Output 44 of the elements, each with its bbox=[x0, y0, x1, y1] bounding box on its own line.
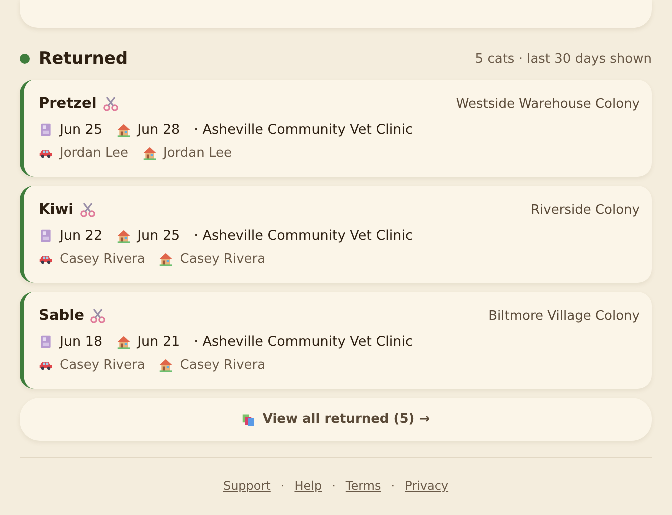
section-title: Returned bbox=[39, 49, 128, 69]
cat-card[interactable]: Pretzel Westside Warehouse Colony Jun 25 Jun 28 · Asheville Community Vet Clinic Jordan Lee Jordan Lee bbox=[20, 80, 652, 177]
clinic-name: · Asheville Community Vet Clinic bbox=[194, 228, 413, 244]
colony-name: Westside Warehouse Colony bbox=[456, 96, 640, 112]
footer-link[interactable]: Help bbox=[294, 479, 322, 493]
separator-dot: · bbox=[280, 479, 285, 493]
returner-name: Casey Rivera bbox=[180, 358, 266, 372]
footer-link[interactable]: Terms bbox=[346, 479, 382, 493]
cat-card[interactable]: Kiwi Riverside Colony Jun 22 Jun 25 · Asheville Community Vet Clinic Casey Rivera Casey Rivera bbox=[20, 186, 652, 283]
separator-dot: · bbox=[332, 479, 336, 493]
intake-date: Jun 22 bbox=[60, 228, 103, 244]
separator-dot: · bbox=[391, 479, 396, 493]
colony-name: Riverside Colony bbox=[531, 202, 640, 218]
transporter-name: Casey Rivera bbox=[60, 252, 146, 266]
house-icon bbox=[159, 252, 174, 266]
clipboard-icon bbox=[39, 335, 53, 349]
transporter-name: Casey Rivera bbox=[60, 358, 146, 372]
house-icon bbox=[159, 358, 174, 372]
cat-name: Sable bbox=[39, 308, 84, 324]
returner-name: Casey Rivera bbox=[180, 252, 266, 266]
returner-name: Jordan Lee bbox=[164, 146, 232, 160]
transporter-name: Jordan Lee bbox=[60, 146, 129, 160]
books-icon bbox=[242, 412, 256, 426]
return-date: Jun 25 bbox=[138, 228, 180, 244]
house-icon bbox=[116, 229, 131, 243]
section-summary: 5 cats · last 30 days shown bbox=[475, 52, 652, 66]
footer-link[interactable]: Privacy bbox=[405, 479, 449, 493]
return-date: Jun 21 bbox=[138, 334, 180, 350]
intake-date: Jun 25 bbox=[60, 122, 103, 138]
view-all-button[interactable]: View all returned (5) → bbox=[20, 398, 652, 441]
cat-card[interactable]: Sable Biltmore Village Colony Jun 18 Jun 21 · Asheville Community Vet Clinic Casey Rivera Casey Rivera bbox=[20, 292, 652, 389]
clipboard-icon bbox=[39, 123, 53, 137]
clinic-name: · Asheville Community Vet Clinic bbox=[194, 334, 413, 350]
house-icon bbox=[116, 123, 131, 137]
house-icon bbox=[142, 146, 157, 160]
clipboard-icon bbox=[39, 229, 53, 243]
house-icon bbox=[116, 335, 131, 349]
intake-date: Jun 18 bbox=[60, 334, 103, 350]
colony-name: Biltmore Village Colony bbox=[488, 308, 640, 324]
footer-link[interactable]: Support bbox=[223, 479, 271, 493]
return-date: Jun 28 bbox=[138, 122, 180, 138]
cat-name: Pretzel bbox=[39, 96, 97, 112]
cat-name: Kiwi bbox=[39, 202, 74, 218]
clinic-name: · Asheville Community Vet Clinic bbox=[194, 122, 413, 138]
